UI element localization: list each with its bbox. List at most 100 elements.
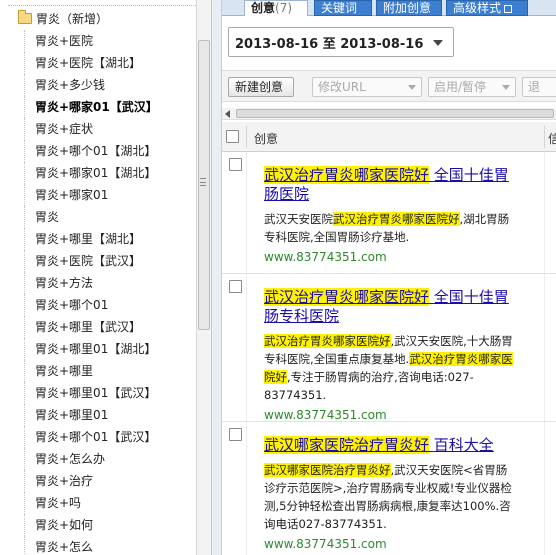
tab-creative-count: (7) [275,1,293,15]
more-select[interactable]: 退 [522,77,556,97]
ad-display-url: www.83774351.com [264,408,387,422]
date-range-select[interactable]: 2013-08-16 至 2013-08-16 [228,27,454,57]
ad-desc-text: ,专注于肠胃病的治疗,咨询电话:027-83774351. [264,370,474,402]
tree-item[interactable]: 胃炎+哪里01 [24,404,196,426]
modify-url-label: 修改URL [318,80,366,94]
tree-item[interactable]: 胃炎+哪里01【湖北】 [24,338,196,360]
ad-display-url: www.83774351.com [264,250,387,264]
tree-previous-item-cut [8,0,198,6]
date-range-value: 2013-08-16 至 2013-08-16 [235,33,423,52]
tree-item[interactable]: 胃炎+怎么 [24,536,196,555]
date-to: 至 [322,36,336,52]
tree-item[interactable]: 胃炎+吗 [24,492,196,514]
table-row: 武汉治疗胃炎哪家医院好 全国十佳胃肠医院 武汉天安医院武汉治疗胃炎哪家医院好,湖… [222,152,556,274]
tree-item[interactable]: 胃炎 [24,206,196,228]
ad-title-link[interactable]: 武汉治疗胃炎哪家医院好 全国十佳胃肠医院 [264,166,516,204]
ad-preview: 武汉治疗胃炎哪家医院好 全国十佳胃肠医院 武汉天安医院武汉治疗胃炎哪家医院好,湖… [264,166,516,265]
tree-folder-gastritis-new[interactable]: 胃炎（新增） [18,8,108,28]
column-creative-header[interactable]: 创意 [254,130,278,147]
tree-item[interactable]: 胃炎+医院【武汉】 [24,250,196,272]
panel-splitter[interactable] [212,0,222,555]
column-divider [246,274,247,421]
table-row: 武汉哪家医院治疗胃炎好 百科大全 武汉哪家医院治疗胃炎好,武汉天安医院<省胃肠诊… [222,422,556,555]
chevron-down-icon [408,85,416,90]
tab-creative-label: 创意 [251,1,276,15]
ad-title-keyword: 武汉治疗胃炎哪家医院好 [264,166,430,184]
tree-item[interactable]: 胃炎+哪里 [24,360,196,382]
keyword-tree-panel: 胃炎（新增） 胃炎+医院 胃炎+医院【湖北】 胃炎+多少钱 胃炎+哪家01【武汉】 胃炎… [0,0,212,555]
tree-item[interactable]: 胃炎+哪个01【湖北】 [24,140,196,162]
folder-icon [18,9,32,24]
tree-item[interactable]: 胃炎+哪家01【武汉】 [24,96,196,118]
ad-desc-keyword: 武汉治疗胃炎哪家医院好 [264,334,391,348]
tree-item[interactable]: 胃炎+哪里【湖北】 [24,228,196,250]
tab-bar: 创意(7) 关键词 附加创意 高级样式 [222,0,556,16]
enable-pause-select[interactable]: 启用/暂停 [428,77,516,97]
column-divider [544,274,545,421]
tree-item[interactable]: 胃炎+怎么办 [24,448,196,470]
tree-item[interactable]: 胃炎+多少钱 [24,74,196,96]
tab-creative[interactable]: 创意(7) [244,0,308,16]
column-divider [544,126,545,148]
tab-advanced-label: 高级样式 [453,1,502,15]
tree-item[interactable]: 胃炎+如何 [24,514,196,536]
column-divider [544,422,545,555]
tree-item[interactable]: 胃炎+症状 [24,118,196,140]
external-link-icon [504,5,513,13]
ad-title-rest: 百科大全 [433,436,494,454]
table-row: 武汉治疗胃炎哪家医院好 全国十佳胃肠专科医院 武汉治疗胃炎哪家医院好,武汉天安医… [222,274,556,422]
scrollbar-grip-icon [200,178,206,186]
tree-item[interactable]: 胃炎+医院 [24,30,196,52]
tab-addon-label: 附加创意 [383,1,432,15]
ad-preview: 武汉治疗胃炎哪家医院好 全国十佳胃肠专科医院 武汉治疗胃炎哪家医院好,武汉天安医… [264,288,516,423]
tree-vertical-scrollbar[interactable] [196,0,211,555]
tree-item[interactable]: 胃炎+哪个01【武汉】 [24,426,196,448]
tab-advanced-style[interactable]: 高级样式 [446,0,528,16]
scroll-left-arrow-icon[interactable] [225,110,230,118]
tree-item[interactable]: 胃炎+哪里01【武汉】 [24,382,196,404]
column-divider [246,422,247,555]
ad-title-link[interactable]: 武汉哪家医院治疗胃炎好 百科大全 [264,436,516,455]
select-all-checkbox[interactable] [226,130,239,143]
row-checkbox[interactable] [229,158,242,171]
new-creative-button[interactable]: 新建创意 [228,77,294,97]
enable-pause-label: 启用/暂停 [434,80,487,94]
modify-url-select[interactable]: 修改URL [312,77,422,97]
tab-keyword-label: 关键词 [321,1,358,15]
toolbar: 新建创意 修改URL 启用/暂停 退 [222,70,556,102]
tree-item[interactable]: 胃炎+方法 [24,272,196,294]
tree-item[interactable]: 胃炎+治疗 [24,470,196,492]
row-checkbox[interactable] [229,428,242,441]
column-divider [544,152,545,273]
more-label: 退 [528,80,541,94]
date-end: 2013-08-16 [340,36,424,52]
column-divider [246,152,247,273]
tab-addon-creative[interactable]: 附加创意 [376,0,442,16]
ad-desc-text: 武汉天安医院 [264,212,333,226]
chevron-down-icon [502,85,510,90]
tree-item[interactable]: 胃炎+哪里【武汉】 [24,316,196,338]
hscroll-thumb[interactable] [236,109,554,118]
row-checkbox[interactable] [229,280,242,293]
ad-display-url: www.83774351.com [264,537,387,551]
date-start: 2013-08-16 [235,36,319,52]
ad-title-link[interactable]: 武汉治疗胃炎哪家医院好 全国十佳胃肠专科医院 [264,288,516,326]
ad-title-keyword: 武汉治疗胃炎哪家医院好 [264,288,430,306]
ad-desc-keyword: 武汉治疗胃炎哪家医院好 [333,212,460,226]
column-right-header[interactable]: 信 [548,130,556,147]
creative-panel: 创意(7) 关键词 附加创意 高级样式 2013-08-16 至 2013-08… [222,0,556,555]
ad-desc-keyword: 武汉哪家医院治疗胃炎好 [264,463,391,477]
grid-horizontal-scrollbar[interactable] [222,108,556,120]
tree-item[interactable]: 胃炎+哪家01【湖北】 [24,162,196,184]
tree-item[interactable]: 胃炎+哪个01 [24,294,196,316]
column-divider [246,126,247,148]
tab-keyword[interactable]: 关键词 [314,0,372,16]
ad-description: 武汉治疗胃炎哪家医院好,武汉天安医院,十大肠胃专科医院,全国重点康复基地.武汉治… [264,332,516,404]
ad-description: 武汉哪家医院治疗胃炎好,武汉天安医院<省胃肠诊疗示范医院>,治疗胃肠病专业权威!… [264,461,516,533]
ad-description: 武汉天安医院武汉治疗胃炎哪家医院好,湖北胃肠专科医院,全国胃肠诊疗基地. [264,210,516,246]
grid-header: 创意 信 [222,122,556,152]
ad-preview: 武汉哪家医院治疗胃炎好 百科大全 武汉哪家医院治疗胃炎好,武汉天安医院<省胃肠诊… [264,436,516,552]
tree-item[interactable]: 胃炎+医院【湖北】 [24,52,196,74]
tree-item-list: 胃炎+医院 胃炎+医院【湖北】 胃炎+多少钱 胃炎+哪家01【武汉】 胃炎+症状 胃炎+哪… [0,30,196,555]
tree-item[interactable]: 胃炎+哪家01 [24,184,196,206]
